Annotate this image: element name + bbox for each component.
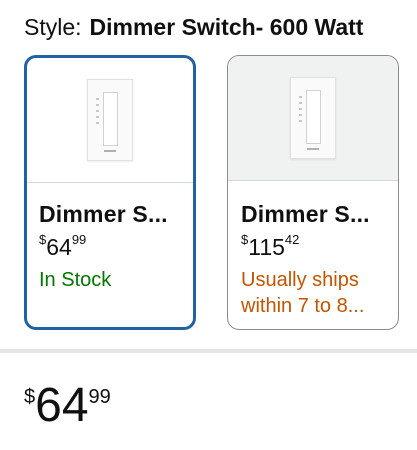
- option-image-area: [27, 58, 193, 183]
- option-name: Dimmer S...: [241, 201, 370, 227]
- style-option-card-1[interactable]: Dimmer S... $6499 In Stock: [24, 55, 196, 330]
- selected-price: $6499: [24, 380, 111, 432]
- option-availability: Usually ships within 7 to 8...: [241, 269, 365, 317]
- option-name: Dimmer S...: [39, 201, 168, 227]
- style-label: Style:: [24, 14, 82, 40]
- section-divider: [0, 349, 417, 353]
- option-price: $11542: [241, 232, 300, 260]
- option-image-area: [228, 56, 398, 181]
- price-fraction: 99: [88, 386, 111, 408]
- dimmer-switch-image: [87, 79, 133, 161]
- style-value: Dimmer Switch- 600 Watt: [89, 14, 364, 40]
- price-currency: $: [24, 386, 36, 408]
- dimmer-switch-image: [290, 77, 336, 159]
- option-availability: In Stock: [39, 269, 112, 291]
- style-selector-label: Style: Dimmer Switch- 600 Watt: [24, 12, 363, 42]
- price-whole: 64: [35, 379, 89, 432]
- option-price: $6499: [39, 232, 87, 260]
- style-option-card-2[interactable]: Dimmer S... $11542 Usually ships within …: [227, 55, 399, 330]
